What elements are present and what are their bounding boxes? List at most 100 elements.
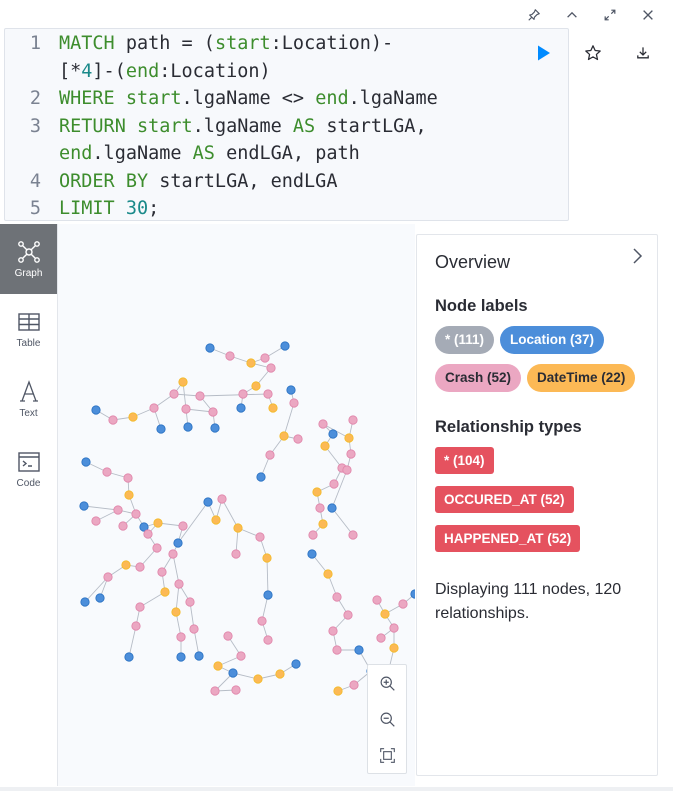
- graph-node-datetime[interactable]: [389, 643, 399, 653]
- graph-node-datetime[interactable]: [246, 358, 256, 368]
- graph-node-location[interactable]: [80, 597, 90, 607]
- zoom-out-button[interactable]: [375, 707, 399, 731]
- graph-node-crash[interactable]: [223, 631, 233, 641]
- graph-node-crash[interactable]: [102, 467, 112, 477]
- graph-node-crash[interactable]: [260, 353, 270, 363]
- graph-node-crash[interactable]: [131, 509, 141, 519]
- node-label-chip[interactable]: DateTime (22): [527, 364, 636, 392]
- graph-node-datetime[interactable]: [160, 587, 170, 597]
- fit-to-screen-button[interactable]: [375, 743, 399, 767]
- graph-node-location[interactable]: [354, 645, 364, 655]
- graph-node-crash[interactable]: [135, 562, 145, 572]
- graph-node-crash[interactable]: [174, 579, 184, 589]
- graph-node-crash[interactable]: [108, 415, 118, 425]
- graph-node-datetime[interactable]: [178, 377, 188, 387]
- graph-node-location[interactable]: [194, 651, 204, 661]
- graph-node-datetime[interactable]: [233, 523, 243, 533]
- graph-node-crash[interactable]: [103, 572, 113, 582]
- graph-node-crash[interactable]: [225, 351, 235, 361]
- graph-node-datetime[interactable]: [253, 674, 263, 684]
- graph-node-location[interactable]: [205, 343, 215, 353]
- graph-relationship[interactable]: [331, 507, 354, 536]
- graph-node-crash[interactable]: [217, 494, 227, 504]
- graph-node-crash[interactable]: [185, 597, 195, 607]
- graph-node-datetime[interactable]: [318, 519, 328, 529]
- graph-node-crash[interactable]: [189, 624, 199, 634]
- graph-node-crash[interactable]: [329, 479, 339, 489]
- graph-node-location[interactable]: [286, 385, 296, 395]
- graph-canvas[interactable]: [58, 224, 415, 786]
- graph-node-location[interactable]: [210, 423, 220, 433]
- graph-node-crash[interactable]: [263, 389, 273, 399]
- pin-button[interactable]: [515, 4, 553, 26]
- graph-node-location[interactable]: [328, 429, 338, 439]
- graph-node-location[interactable]: [95, 593, 105, 603]
- fullscreen-button[interactable]: [591, 4, 629, 26]
- graph-node-datetime[interactable]: [380, 609, 390, 619]
- zoom-in-button[interactable]: [375, 671, 399, 695]
- relationship-type-chip[interactable]: HAPPENED_AT (52): [435, 525, 581, 552]
- graph-node-location[interactable]: [228, 668, 238, 678]
- tab-code[interactable]: Code: [0, 434, 57, 504]
- graph-node-crash[interactable]: [346, 449, 356, 459]
- graph-node-datetime[interactable]: [251, 381, 261, 391]
- node-label-chip[interactable]: Location (37): [500, 326, 605, 354]
- graph-node-crash[interactable]: [328, 626, 338, 636]
- graph-node-crash[interactable]: [181, 404, 191, 414]
- graph-node-location[interactable]: [124, 652, 134, 662]
- graph-node-datetime[interactable]: [128, 412, 138, 422]
- graph-node-location[interactable]: [79, 501, 89, 511]
- graph-relationship[interactable]: [128, 625, 137, 658]
- graph-node-datetime[interactable]: [279, 431, 289, 441]
- graph-node-datetime[interactable]: [171, 607, 181, 617]
- graph-node-location[interactable]: [256, 472, 266, 482]
- graph-node-crash[interactable]: [231, 549, 241, 559]
- graph-node-crash[interactable]: [231, 685, 241, 695]
- graph-node-crash[interactable]: [255, 532, 265, 542]
- graph-node-crash[interactable]: [178, 521, 188, 531]
- graph-node-datetime[interactable]: [275, 669, 285, 679]
- graph-node-crash[interactable]: [315, 503, 325, 513]
- graph-node-crash[interactable]: [143, 529, 153, 539]
- graph-node-location[interactable]: [173, 538, 183, 548]
- graph-node-location[interactable]: [156, 424, 166, 434]
- graph-node-crash[interactable]: [91, 516, 101, 526]
- graph-node-crash[interactable]: [208, 407, 218, 417]
- graph-node-crash[interactable]: [123, 473, 133, 483]
- graph-node-datetime[interactable]: [213, 661, 223, 671]
- graph-relationship[interactable]: [331, 469, 348, 509]
- graph-node-datetime[interactable]: [323, 569, 333, 579]
- graph-node-datetime[interactable]: [211, 515, 221, 525]
- graph-node-crash[interactable]: [118, 521, 128, 531]
- query-editor[interactable]: 1 MATCH path = (start:Location)- [*4]-(end…: [4, 28, 569, 221]
- graph-node-crash[interactable]: [195, 391, 205, 401]
- graph-node-crash[interactable]: [236, 651, 246, 661]
- graph-node-datetime[interactable]: [153, 518, 163, 528]
- tab-text[interactable]: Text: [0, 364, 57, 434]
- graph-node-location[interactable]: [327, 503, 337, 513]
- node-label-chip[interactable]: Crash (52): [435, 364, 522, 392]
- graph-node-crash[interactable]: [210, 686, 220, 696]
- relationship-type-chip[interactable]: * (104): [435, 447, 494, 474]
- graph-relationship[interactable]: [199, 393, 269, 397]
- graph-node-crash[interactable]: [342, 465, 352, 475]
- graph-node-datetime[interactable]: [320, 441, 330, 451]
- graph-node-crash[interactable]: [135, 602, 145, 612]
- graph-node-datetime[interactable]: [344, 433, 354, 443]
- graph-node-crash[interactable]: [266, 363, 276, 373]
- graph-node-crash[interactable]: [238, 389, 248, 399]
- graph-relationship[interactable]: [221, 498, 239, 529]
- download-button[interactable]: [630, 40, 656, 66]
- tab-table[interactable]: Table: [0, 294, 57, 364]
- graph-node-crash[interactable]: [131, 621, 141, 631]
- graph-node-crash[interactable]: [157, 567, 167, 577]
- graph-node-crash[interactable]: [318, 419, 328, 429]
- graph-node-location[interactable]: [203, 497, 213, 507]
- graph-node-crash[interactable]: [348, 530, 358, 540]
- graph-node-crash[interactable]: [332, 645, 342, 655]
- graph-node-crash[interactable]: [389, 623, 399, 633]
- graph-node-location[interactable]: [176, 652, 186, 662]
- graph-node-location[interactable]: [91, 405, 101, 415]
- graph-node-crash[interactable]: [332, 592, 342, 602]
- graph-node-crash[interactable]: [308, 530, 318, 540]
